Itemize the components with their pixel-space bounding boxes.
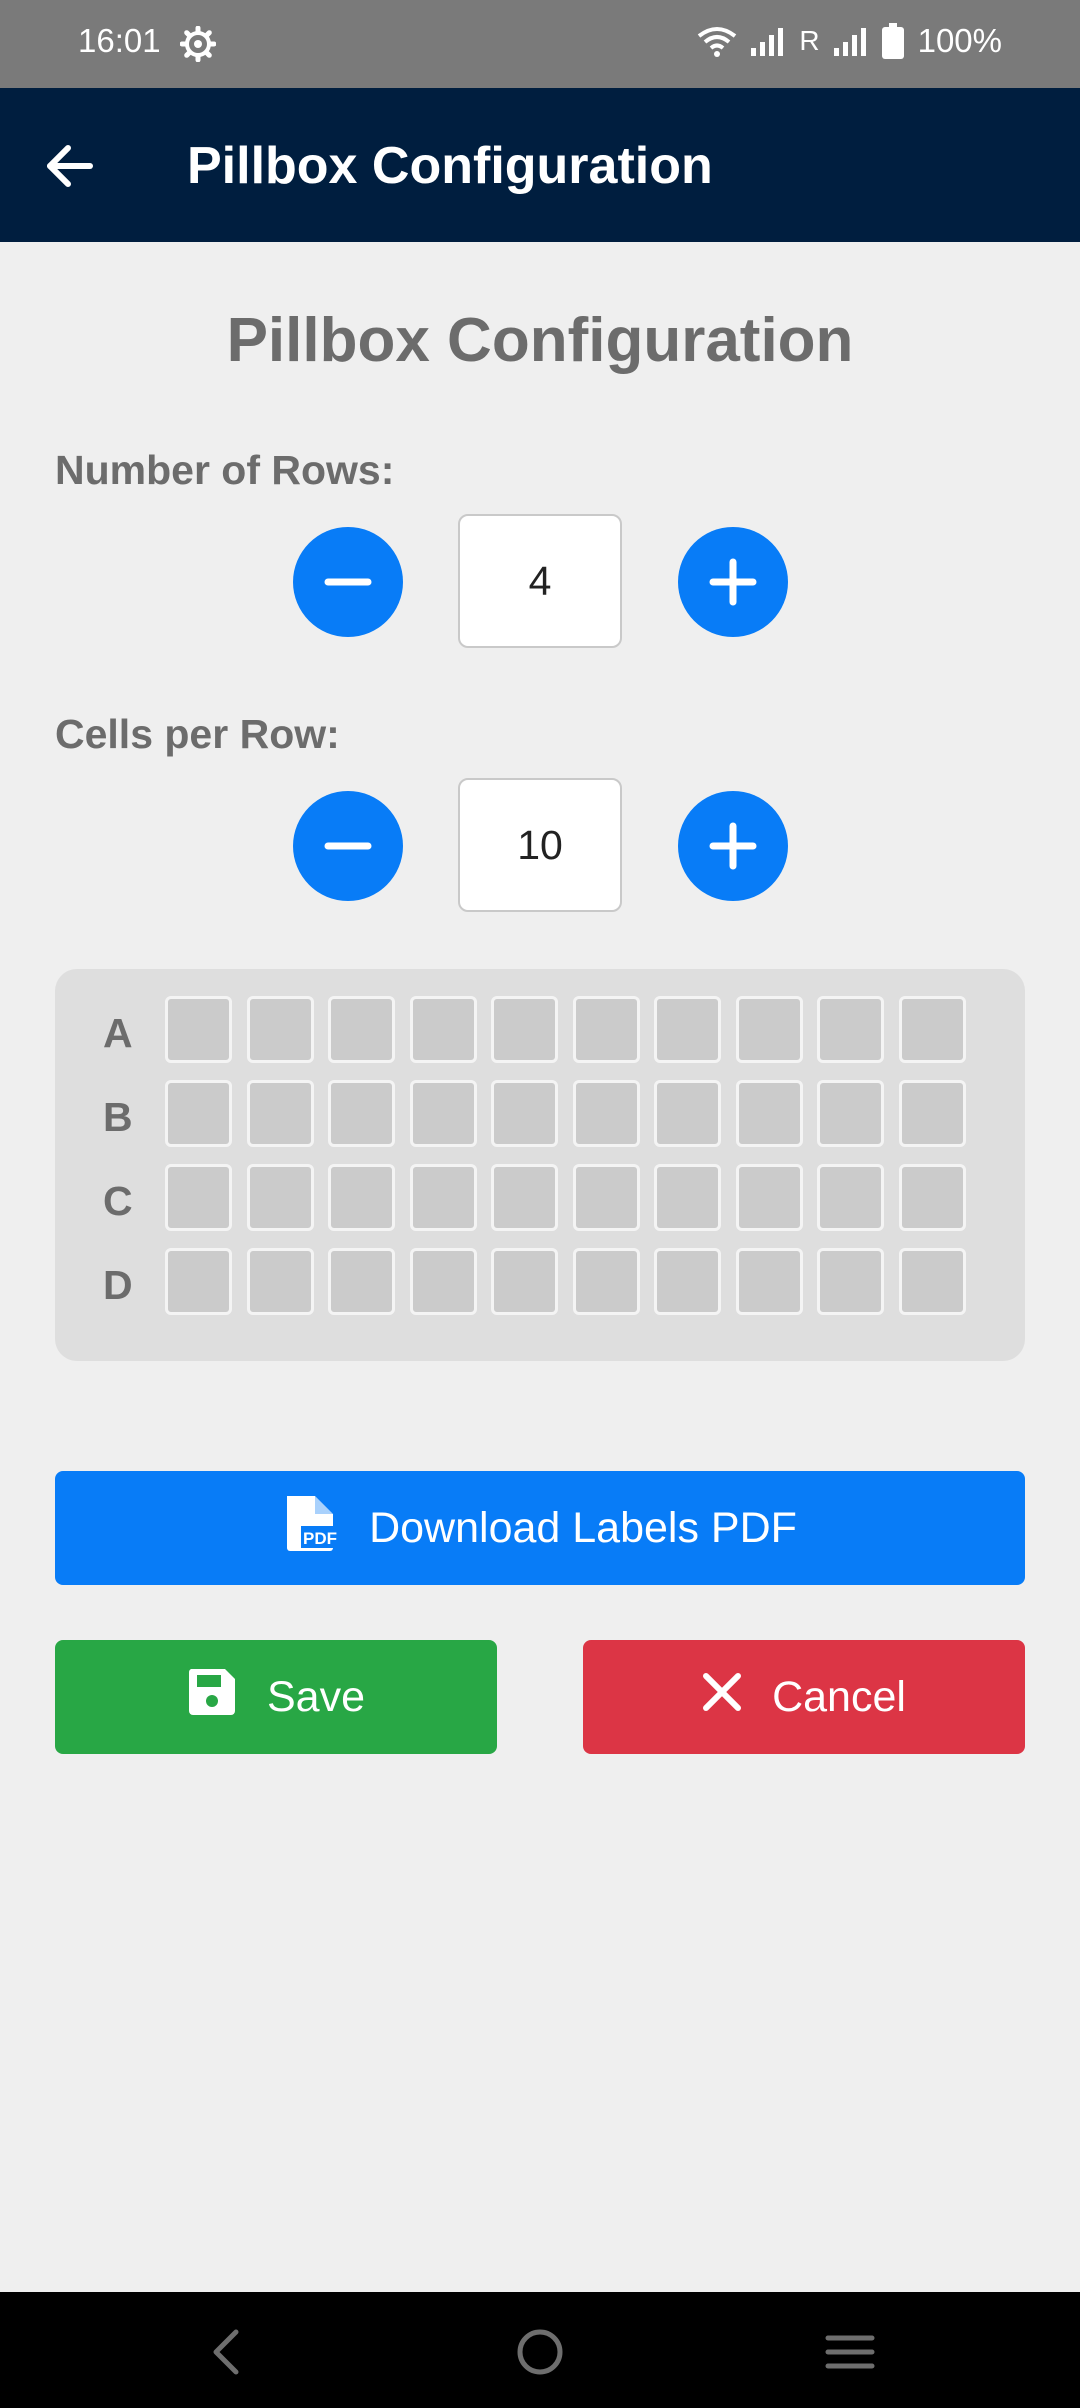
grid-row: A — [55, 996, 1025, 1066]
pdf-file-icon: PDF — [283, 1494, 340, 1563]
grid-row-label: B — [103, 1094, 133, 1140]
pillbox-cell — [491, 1080, 558, 1147]
app-bar-title: Pillbox Configuration — [187, 137, 713, 195]
grid-row-label: C — [103, 1178, 133, 1224]
pillbox-cell — [898, 1248, 966, 1315]
cells-stepper: 10 — [0, 778, 1080, 914]
pillbox-cell — [491, 1164, 558, 1231]
pillbox-cell — [654, 1164, 721, 1231]
rows-value-field[interactable]: 4 — [458, 514, 622, 648]
grid-row: C — [55, 1164, 1025, 1234]
rows-decrement-button[interactable] — [293, 527, 403, 637]
plus-icon — [709, 558, 757, 606]
rows-stepper: 4 — [0, 514, 1080, 650]
pillbox-cell — [735, 1164, 803, 1231]
rows-label: Number of Rows: — [55, 447, 395, 493]
pillbox-cell — [817, 1164, 884, 1231]
pillbox-cell — [246, 1248, 314, 1315]
pillbox-cell — [654, 996, 721, 1063]
grid-row-label: D — [103, 1262, 133, 1308]
pillbox-cell — [328, 1248, 395, 1315]
pillbox-cell — [491, 1248, 558, 1315]
pillbox-cell — [409, 1248, 477, 1315]
wifi-icon — [697, 24, 737, 58]
minus-icon — [324, 842, 372, 850]
page-title: Pillbox Configuration — [226, 306, 854, 375]
cells-decrement-button[interactable] — [293, 791, 403, 901]
pillbox-grid-preview: ABCD — [55, 969, 1025, 1361]
app-bar: Pillbox Configuration — [0, 88, 1080, 242]
pillbox-cell — [817, 996, 884, 1063]
pillbox-cell — [572, 1248, 640, 1315]
pillbox-cell — [246, 1164, 314, 1231]
signal-icon — [833, 26, 868, 56]
signal-icon — [751, 26, 785, 56]
pillbox-cell — [572, 996, 640, 1063]
plus-icon — [709, 822, 757, 870]
pillbox-cell — [817, 1248, 884, 1315]
pillbox-cell — [898, 1080, 966, 1147]
save-label: Save — [266, 1672, 365, 1721]
pillbox-cell — [572, 1164, 640, 1231]
pillbox-cell — [409, 1080, 477, 1147]
system-nav-bar — [0, 2292, 1080, 2408]
grid-row: B — [55, 1080, 1025, 1150]
grid-row: D — [55, 1248, 1025, 1318]
pillbox-cell — [898, 996, 966, 1063]
cells-increment-button[interactable] — [678, 791, 788, 901]
download-labels-pdf-button[interactable]: PDF Download Labels PDF — [55, 1471, 1025, 1585]
minus-icon — [324, 578, 372, 586]
status-time: 16:01 — [78, 22, 161, 59]
pillbox-cell — [735, 1248, 803, 1315]
pillbox-cell — [735, 996, 803, 1063]
close-icon — [702, 1672, 742, 1723]
pillbox-cell — [817, 1080, 884, 1147]
cancel-button[interactable]: Cancel — [583, 1640, 1025, 1754]
cells-value-field[interactable]: 10 — [458, 778, 622, 912]
cancel-label: Cancel — [772, 1672, 906, 1721]
grid-row-label: A — [103, 1010, 133, 1056]
pillbox-cell — [328, 1080, 395, 1147]
roaming-indicator: R — [799, 25, 820, 56]
pillbox-cell — [165, 1248, 232, 1315]
pillbox-cell — [572, 1080, 640, 1147]
pillbox-cell — [735, 1080, 803, 1147]
status-bar: 16:01 R 100% — [0, 0, 1080, 88]
pillbox-cell — [491, 996, 558, 1063]
arrow-left-icon[interactable] — [40, 136, 100, 196]
pillbox-cell — [328, 996, 395, 1063]
battery-percent: 100% — [917, 22, 1002, 59]
save-button[interactable]: Save — [55, 1640, 497, 1754]
pillbox-cell — [165, 1080, 232, 1147]
menu-icon[interactable] — [820, 2322, 880, 2382]
pillbox-cell — [165, 1164, 232, 1231]
pillbox-cell — [654, 1248, 721, 1315]
pillbox-cell — [898, 1164, 966, 1231]
cells-label: Cells per Row: — [55, 711, 340, 757]
floppy-disk-icon — [187, 1667, 237, 1728]
pillbox-cell — [328, 1164, 395, 1231]
pillbox-cell — [654, 1080, 721, 1147]
back-icon[interactable] — [198, 2322, 258, 2382]
battery-icon — [881, 23, 904, 59]
pillbox-cell — [409, 1164, 477, 1231]
download-labels-pdf-label: Download Labels PDF — [369, 1503, 797, 1552]
pillbox-cell — [409, 996, 477, 1063]
rows-increment-button[interactable] — [678, 527, 788, 637]
home-icon[interactable] — [510, 2322, 570, 2382]
settings-icon — [180, 26, 216, 62]
pillbox-cell — [165, 996, 232, 1063]
svg-text:PDF: PDF — [303, 1529, 337, 1548]
pillbox-cell — [246, 1080, 314, 1147]
pillbox-cell — [246, 996, 314, 1063]
